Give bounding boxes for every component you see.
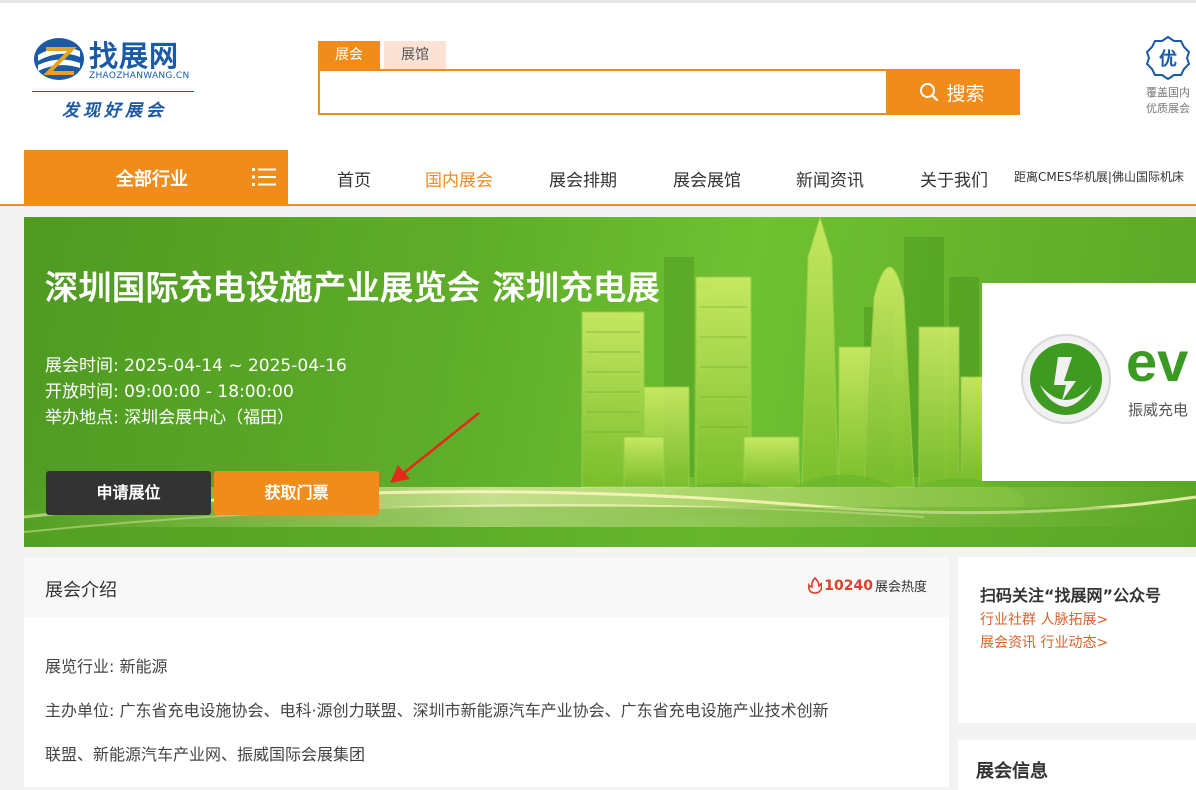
search-box: 搜索 bbox=[318, 69, 1020, 115]
pointer-arrow-icon bbox=[390, 412, 480, 483]
list-menu-icon bbox=[252, 168, 276, 186]
community-link[interactable]: 行业社群 人脉拓展> bbox=[980, 609, 1108, 629]
wechat-follow-panel: 扫码关注“找展网”公众号 行业社群 人脉拓展> 展会资讯 行业动态> bbox=[958, 557, 1196, 723]
exhibition-location: 举办地点: 深圳会展中心（福田） bbox=[45, 408, 295, 428]
nav-news[interactable]: 新闻资讯 bbox=[796, 166, 864, 191]
exhibition-info-title: 展会信息 bbox=[976, 761, 1048, 782]
sponsor-logo-card[interactable]: ev 振威充电 bbox=[982, 283, 1196, 481]
logo-slogan: 发现好展会 bbox=[62, 101, 167, 121]
intro-industry: 展览行业: 新能源 bbox=[45, 657, 168, 676]
heat-value: 10240 bbox=[824, 577, 873, 594]
heat-label: 展会热度 bbox=[874, 580, 927, 595]
search-button-label: 搜索 bbox=[946, 82, 985, 105]
search-button[interactable]: 搜索 bbox=[886, 71, 1018, 113]
sponsor-logo-text: ev bbox=[1126, 330, 1189, 393]
search-icon bbox=[920, 83, 939, 102]
search-input[interactable] bbox=[320, 71, 886, 113]
quality-seal-icon: 优 bbox=[1145, 35, 1191, 81]
intro-header: 展会介绍 10240 展会热度 bbox=[24, 557, 949, 617]
nav-home[interactable]: 首页 bbox=[337, 166, 371, 191]
badge-line-1: 覆盖国内 bbox=[1146, 86, 1190, 99]
intro-title: 展会介绍 bbox=[45, 580, 117, 601]
news-link[interactable]: 展会资讯 行业动态> bbox=[980, 632, 1108, 652]
badge-line-2: 优质展会 bbox=[1146, 102, 1190, 115]
exhibition-title: 深圳国际充电设施产业展览会 深圳充电展 bbox=[45, 268, 660, 307]
main-nav: 全部行业 首页 国内展会 展会排期 展会展馆 新闻资讯 关于我们 距离CMES华… bbox=[0, 150, 1196, 206]
quality-badge: 优 覆盖国内 优质展会 bbox=[1140, 35, 1196, 125]
exhibition-banner: 深圳国际充电设施产业展览会 深圳充电展 展会时间: 2025-04-14 ~ 2… bbox=[24, 217, 1196, 547]
search-tabs: 展会 展馆 bbox=[318, 41, 450, 69]
tab-venue[interactable]: 展馆 bbox=[384, 41, 446, 69]
sponsor-emblem-icon bbox=[1021, 334, 1111, 424]
all-industries-button[interactable]: 全部行业 bbox=[24, 150, 288, 204]
logo-name: 找展网 bbox=[89, 39, 180, 73]
exhibition-intro-section: 展会介绍 10240 展会热度 展览行业: 新能源 主办单位: 广东省充电设施协… bbox=[24, 557, 949, 787]
logo-divider bbox=[32, 91, 194, 92]
countdown-ticker[interactable]: 距离CMES华机展|佛山国际机床 bbox=[1014, 168, 1184, 185]
exhibition-time: 展会时间: 2025-04-14 ~ 2025-04-16 bbox=[45, 356, 347, 376]
site-logo[interactable]: 找展网 ZHAOZHANWANG.CN 发现好展会 bbox=[32, 33, 197, 125]
intro-organizer-line-2: 联盟、新能源汽车产业网、振威国际会展集团 bbox=[45, 745, 366, 764]
get-ticket-button[interactable]: 获取门票 bbox=[214, 471, 379, 515]
site-header: 找展网 ZHAOZHANWANG.CN 发现好展会 展会 展馆 搜索 优 覆盖国… bbox=[0, 3, 1196, 150]
wechat-follow-title: 扫码关注“找展网”公众号 bbox=[980, 586, 1162, 605]
sponsor-name: 振威充电 bbox=[1128, 401, 1189, 419]
tab-exhibition[interactable]: 展会 bbox=[318, 41, 380, 69]
quality-seal-char: 优 bbox=[1159, 48, 1177, 70]
nav-domestic-exhibitions[interactable]: 国内展会 bbox=[425, 166, 493, 191]
intro-organizer-line-1: 主办单位: 广东省充电设施协会、电科·源创力联盟、深圳市新能源汽车产业协会、广东… bbox=[45, 701, 829, 720]
exhibition-open-hours: 开放时间: 09:00:00 - 18:00:00 bbox=[45, 382, 294, 402]
logo-mark-icon bbox=[34, 38, 84, 80]
nav-about[interactable]: 关于我们 bbox=[920, 166, 988, 191]
nav-venues[interactable]: 展会展馆 bbox=[673, 166, 741, 191]
apply-booth-button[interactable]: 申请展位 bbox=[46, 471, 211, 515]
all-industries-label: 全部行业 bbox=[116, 169, 188, 190]
nav-schedule[interactable]: 展会排期 bbox=[549, 166, 617, 191]
flame-icon bbox=[808, 577, 823, 594]
logo-pinyin: ZHAOZHANWANG.CN bbox=[89, 71, 190, 81]
heat-indicator: 10240 展会热度 bbox=[808, 576, 927, 595]
